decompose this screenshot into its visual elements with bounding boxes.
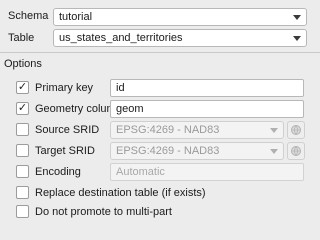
replace-table-checkbox[interactable] [16, 186, 29, 199]
source-srid-select[interactable]: EPSG:4269 - NAD83 [110, 121, 284, 139]
primary-key-checkbox[interactable]: ✓ [16, 81, 29, 94]
source-crs-selector-button[interactable] [287, 121, 305, 139]
primary-key-label: Primary key [35, 82, 94, 94]
source-panel: Schema tutorial Table us_states_and_terr… [0, 0, 320, 52]
source-srid-label: Source SRID [35, 124, 100, 136]
chevron-down-icon [293, 36, 301, 41]
schema-select-value: tutorial [59, 11, 93, 23]
table-select[interactable]: us_states_and_territories [53, 29, 307, 47]
target-crs-selector-button[interactable] [287, 142, 305, 160]
target-srid-label: Target SRID [35, 145, 95, 157]
schema-select[interactable]: tutorial [53, 8, 307, 26]
chevron-down-icon [270, 149, 278, 154]
source-srid-checkbox[interactable] [16, 123, 29, 136]
target-srid-select[interactable]: EPSG:4269 - NAD83 [110, 142, 284, 160]
geometry-column-input[interactable]: geom [110, 100, 304, 118]
chevron-down-icon [293, 15, 301, 20]
section-divider [0, 52, 320, 53]
chevron-down-icon [270, 128, 278, 133]
checkmark-icon: ✓ [17, 81, 28, 93]
target-srid-checkbox[interactable] [16, 144, 29, 157]
encoding-input[interactable]: Automatic [110, 163, 304, 181]
table-label: Table [8, 32, 35, 44]
no-promote-checkbox[interactable] [16, 205, 29, 218]
encoding-checkbox[interactable] [16, 165, 29, 178]
table-select-value: us_states_and_territories [59, 32, 183, 44]
options-heading: Options [4, 58, 42, 70]
encoding-label: Encoding [35, 166, 81, 178]
schema-label: Schema [8, 10, 49, 22]
primary-key-input[interactable]: id [110, 79, 304, 97]
replace-table-label: Replace destination table (if exists) [35, 187, 206, 199]
geometry-column-label: Geometry column [35, 103, 122, 115]
globe-icon [291, 146, 301, 156]
geometry-column-checkbox[interactable]: ✓ [16, 102, 29, 115]
checkmark-icon: ✓ [17, 102, 28, 114]
globe-icon [291, 125, 301, 135]
no-promote-label: Do not promote to multi-part [35, 206, 172, 218]
